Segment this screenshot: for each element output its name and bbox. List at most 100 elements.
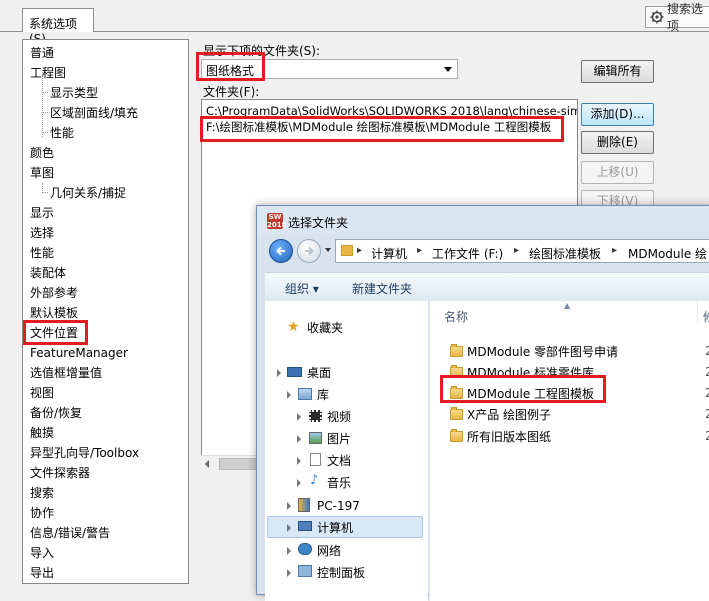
pictures-icon xyxy=(309,432,322,444)
nav-item-backup-recover[interactable]: 备份/恢复 xyxy=(30,405,82,421)
expand-icon[interactable] xyxy=(277,369,281,377)
nav-item-search[interactable]: 搜索 xyxy=(30,485,54,501)
nav-item-view[interactable]: 视图 xyxy=(30,385,54,401)
file-row[interactable]: X产品 绘图例子 xyxy=(450,407,551,423)
nav-item-file-explorer[interactable]: 文件探索器 xyxy=(30,465,90,481)
control-panel-icon xyxy=(298,565,312,577)
back-button[interactable] xyxy=(269,239,293,263)
nav-pictures[interactable]: 图片 xyxy=(327,431,351,447)
breadcrumb-templates[interactable]: 绘图标准模板 xyxy=(529,245,601,262)
tab-system-options[interactable]: 系统选项(S) xyxy=(22,8,94,46)
nav-item-messages[interactable]: 信息/错误/警告 xyxy=(30,525,110,541)
desktop-icon xyxy=(287,367,302,377)
show-folders-label: 显示下项的文件夹(S): xyxy=(203,44,321,58)
nav-item-selection[interactable]: 选择 xyxy=(30,225,54,241)
edit-all-button[interactable]: 编辑所有 xyxy=(581,60,654,83)
nav-item-spin-box-increments[interactable]: 选值框增量值 xyxy=(30,365,102,381)
file-row-date: 2 xyxy=(705,365,709,379)
file-row[interactable]: 所有旧版本图纸 xyxy=(450,429,551,445)
show-folders-value: 图纸格式 xyxy=(206,64,255,78)
file-list-pane: ▲ 名称 修 MDModule 零部件图号申请 2 MDModule 标准零件库… xyxy=(429,301,709,601)
nav-libraries[interactable]: 库 xyxy=(317,387,329,403)
nav-videos[interactable]: 视频 xyxy=(327,409,351,425)
nav-item-sketch[interactable]: 草图 xyxy=(30,165,54,181)
nav-item-collaboration[interactable]: 协作 xyxy=(30,505,54,521)
breadcrumb-mdmodule[interactable]: MDModule 绘 xyxy=(628,245,707,262)
column-date-header[interactable]: 修 xyxy=(703,308,709,325)
file-row-date: 2 xyxy=(705,407,709,421)
nav-item-drawing-performance[interactable]: 性能 xyxy=(50,125,74,141)
recent-pages-chevron-icon[interactable] xyxy=(325,248,331,252)
star-icon: ★ xyxy=(287,319,300,335)
expand-icon[interactable] xyxy=(287,569,291,577)
expand-icon[interactable] xyxy=(297,479,301,487)
nav-item-performance[interactable]: 性能 xyxy=(30,245,54,261)
nav-desktop[interactable]: 桌面 xyxy=(307,365,331,381)
nav-documents[interactable]: 文档 xyxy=(327,453,351,469)
add-button[interactable]: 添加(D)... xyxy=(581,103,654,126)
nav-network[interactable]: 网络 xyxy=(317,543,341,559)
nav-item-hole-wizard-toolbox[interactable]: 异型孔向导/Toolbox xyxy=(30,445,139,461)
select-folder-dialog: SW 2018 选择文件夹 ▸ 计算机 ▸ 工作文件 (F:) ▸ 绘图标准模板… xyxy=(256,205,709,601)
chevron-down-icon xyxy=(444,67,452,72)
arrow-right-icon xyxy=(305,246,314,256)
file-row[interactable]: MDModule 工程图模板 xyxy=(450,386,594,402)
nav-item-import[interactable]: 导入 xyxy=(30,545,54,561)
organize-label: 组织 xyxy=(285,282,310,296)
breadcrumb-separator-icon: ▸ xyxy=(612,245,618,256)
organize-button[interactable]: 组织 ▾ xyxy=(285,280,319,297)
expand-icon[interactable] xyxy=(297,435,301,443)
folder-list-item[interactable]: F:\绘图标准模板\MDModule 绘图标准模板\MDModule 工程图模板 xyxy=(206,119,552,135)
nav-item-file-locations[interactable]: 文件位置 xyxy=(30,325,78,341)
nav-item-touch[interactable]: 触摸 xyxy=(30,425,54,441)
new-folder-button[interactable]: 新建文件夹 xyxy=(352,280,412,297)
search-options-input[interactable]: 搜索选项 xyxy=(645,2,709,33)
navigation-pane: ★ 收藏夹 桌面 库 视频 图片 文档 ♪ 音乐 PC-197 计算机 网络 控… xyxy=(265,301,428,601)
tree-guide xyxy=(42,112,48,113)
expand-icon[interactable] xyxy=(287,391,291,399)
nav-item-colors[interactable]: 颜色 xyxy=(30,145,54,161)
address-bar[interactable]: ▸ 计算机 ▸ 工作文件 (F:) ▸ 绘图标准模板 ▸ MDModule 绘 xyxy=(335,239,709,263)
folder-icon xyxy=(450,407,463,420)
expand-icon[interactable] xyxy=(297,457,301,465)
expand-icon[interactable] xyxy=(287,502,291,510)
nav-item-area-hatch[interactable]: 区域剖面线/填充 xyxy=(50,105,138,121)
file-row[interactable]: MDModule 标准零件库 xyxy=(450,365,594,381)
folder-icon xyxy=(450,386,463,399)
nav-item-relations-snaps[interactable]: 几何关系/捕捉 xyxy=(50,185,126,201)
nav-item-export[interactable]: 导出 xyxy=(30,565,54,581)
column-name-header[interactable]: 名称 xyxy=(444,308,468,325)
file-row-date: 2 xyxy=(705,429,709,443)
forward-button[interactable] xyxy=(297,239,321,263)
nav-item-display[interactable]: 显示 xyxy=(30,205,54,221)
nav-item-drawings[interactable]: 工程图 xyxy=(30,65,66,81)
nav-item-display-style[interactable]: 显示类型 xyxy=(50,85,98,101)
expand-icon[interactable] xyxy=(297,413,301,421)
expand-icon[interactable] xyxy=(287,524,291,532)
breadcrumb-drive[interactable]: 工作文件 (F:) xyxy=(432,245,503,262)
nav-computer[interactable]: 计算机 xyxy=(317,520,353,536)
breadcrumb-separator-icon: ▸ xyxy=(357,245,363,256)
nav-item-assemblies[interactable]: 装配体 xyxy=(30,265,66,281)
file-row-name: MDModule 工程图模板 xyxy=(467,387,595,401)
nav-pc-197[interactable]: PC-197 xyxy=(317,498,360,514)
move-up-button[interactable]: 上移(U) xyxy=(581,161,654,184)
scroll-left-icon xyxy=(205,460,209,468)
nav-item-general[interactable]: 普通 xyxy=(30,45,54,61)
breadcrumb-computer[interactable]: 计算机 xyxy=(371,245,407,262)
nav-music[interactable]: 音乐 xyxy=(327,475,351,491)
folder-list-item[interactable]: C:\ProgramData\SolidWorks\SOLIDWORKS 201… xyxy=(206,103,577,119)
nav-item-featuremanager[interactable]: FeatureManager xyxy=(30,345,128,361)
expand-icon[interactable] xyxy=(287,547,291,555)
library-icon xyxy=(298,388,312,400)
file-row[interactable]: MDModule 零部件图号申请 xyxy=(450,344,618,360)
nav-control-panel[interactable]: 控制面板 xyxy=(317,565,365,581)
nav-favorites[interactable]: 收藏夹 xyxy=(307,320,343,336)
delete-button[interactable]: 删除(E) xyxy=(581,131,654,154)
sort-ascending-icon: ▲ xyxy=(564,301,571,310)
show-folders-select[interactable]: 图纸格式 xyxy=(201,59,458,79)
search-label: 搜索选项 xyxy=(667,2,704,33)
nav-item-external-references[interactable]: 外部参考 xyxy=(30,285,78,301)
network-icon xyxy=(298,543,312,555)
nav-item-default-templates[interactable]: 默认模板 xyxy=(30,305,78,321)
